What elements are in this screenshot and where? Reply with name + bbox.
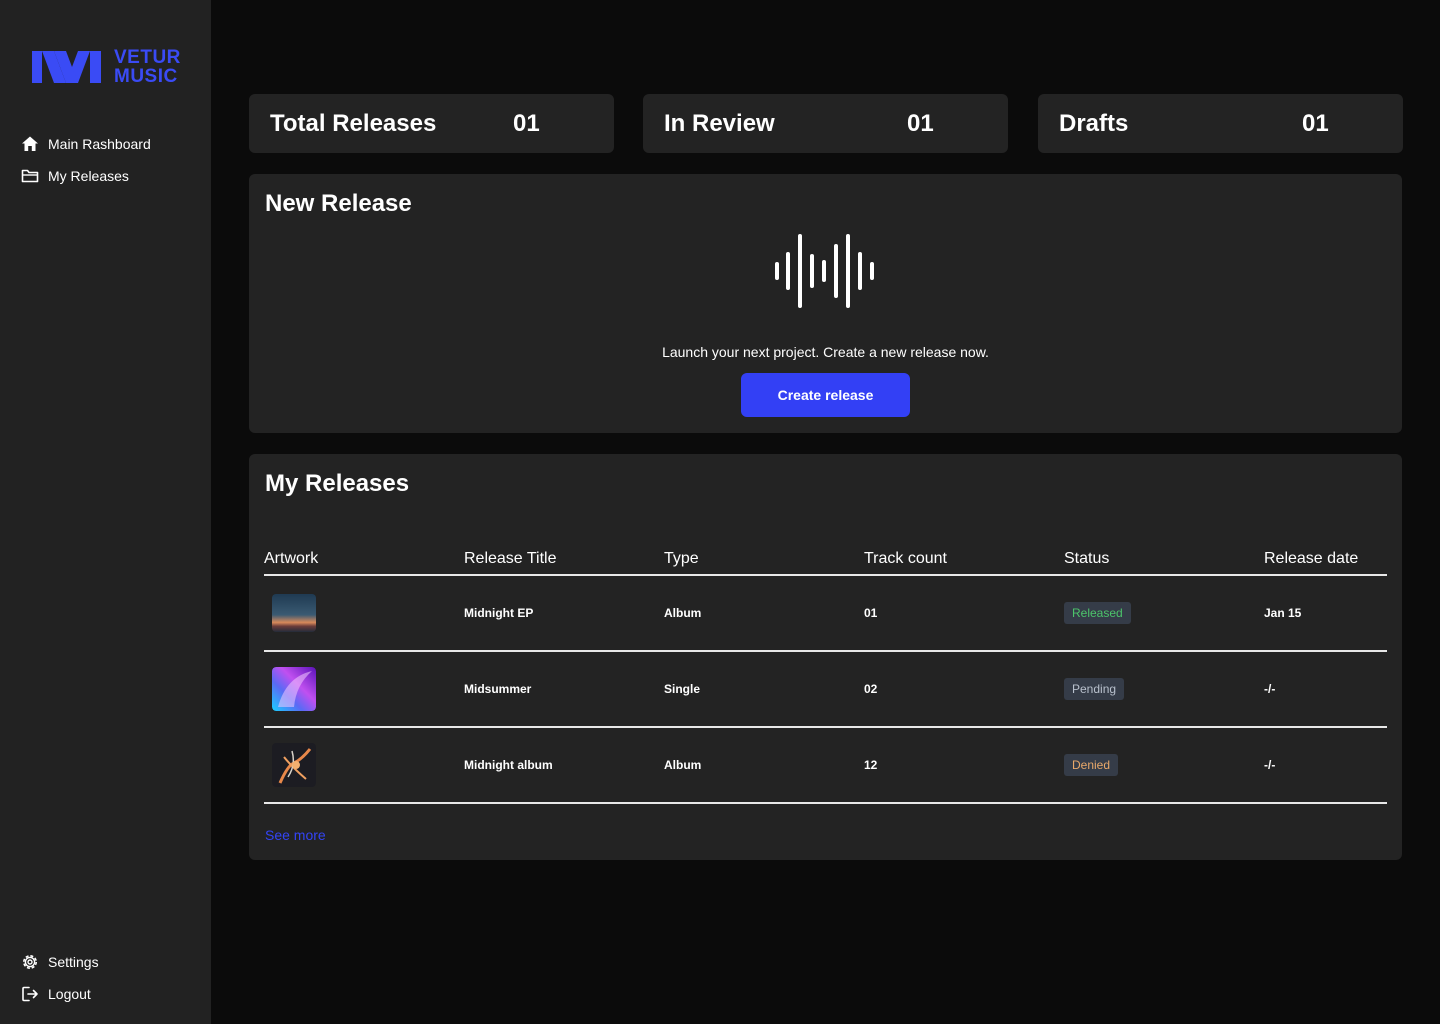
sidebar-item-label: Main Rashboard	[48, 136, 151, 152]
column-header-type: Type	[664, 548, 864, 576]
brand-wordmark: VETUR MUSIC	[114, 48, 181, 86]
gear-icon	[23, 955, 37, 969]
release-title-cell[interactable]: Midnight EP	[464, 575, 664, 652]
sidebar-item-label: My Releases	[48, 168, 129, 184]
stat-label: Drafts	[1059, 110, 1129, 137]
type-cell: Single	[664, 651, 864, 728]
new-release-description: Launch your next project. Create a new r…	[662, 344, 989, 360]
track-count-cell: 12	[864, 727, 1064, 804]
sidebar-item-settings[interactable]: Settings	[21, 953, 99, 971]
column-header-release-date: Release date	[1264, 548, 1387, 576]
status-badge: Pending	[1064, 678, 1125, 700]
stat-card-total-releases: Total Releases 01	[249, 94, 614, 153]
see-more-link[interactable]: See more	[265, 827, 326, 843]
my-releases-title: My Releases	[265, 470, 410, 497]
create-release-button[interactable]: Create release	[741, 373, 910, 417]
release-date-cell: Jan 15	[1264, 575, 1387, 652]
track-count-cell: 02	[864, 651, 1064, 728]
type-cell: Album	[664, 727, 864, 804]
stat-card-drafts: Drafts 01	[1038, 94, 1403, 153]
column-header-release-title: Release Title	[464, 548, 664, 576]
release-date-cell: -/-	[1264, 727, 1387, 804]
brand-line-2: MUSIC	[114, 66, 178, 87]
table-header-row: Artwork Release Title Type Track count S…	[264, 548, 1387, 576]
waveform-icon	[775, 234, 874, 308]
status-badge: Denied	[1064, 754, 1119, 776]
column-header-status: Status	[1064, 548, 1264, 576]
coral-artwork	[272, 743, 316, 787]
column-header-artwork: Artwork	[264, 548, 464, 576]
releases-table: Artwork Release Title Type Track count S…	[264, 548, 1387, 804]
gradient-artwork	[272, 667, 316, 711]
table-row[interactable]: Midnight album Album 12 Denied -/-	[264, 727, 1387, 804]
sidebar-item-my-releases[interactable]: My Releases	[21, 167, 129, 185]
table-row[interactable]: Midsummer Single 02 Pending -/-	[264, 651, 1387, 728]
brand-line-1: VETUR	[114, 47, 181, 68]
track-count-cell: 01	[864, 575, 1064, 652]
type-cell: Album	[664, 575, 864, 652]
sidebar-item-main-dashboard[interactable]: Main Rashboard	[21, 135, 151, 153]
logout-icon	[22, 986, 38, 1002]
sidebar-item-label: Logout	[48, 986, 91, 1002]
sidebar: VETUR MUSIC Main Rashboard My Releases S…	[0, 0, 211, 1024]
main-content: Total Releases 01 In Review 01 Drafts 01…	[211, 0, 1440, 1024]
new-release-title: New Release	[265, 190, 412, 217]
stat-label: In Review	[664, 110, 775, 137]
sunset-artwork	[272, 594, 316, 632]
stat-label: Total Releases	[270, 110, 437, 137]
logo-mark-icon	[32, 51, 101, 83]
stat-card-in-review: In Review 01	[643, 94, 1008, 153]
release-title-cell[interactable]: Midnight album	[464, 727, 664, 804]
table-row[interactable]: Midnight EP Album 01 Released Jan 15	[264, 575, 1387, 652]
release-title-cell[interactable]: Midsummer	[464, 651, 664, 728]
brand-logo[interactable]: VETUR MUSIC	[32, 48, 181, 86]
home-icon	[22, 136, 38, 151]
stat-value: 01	[1302, 110, 1329, 137]
stat-value: 01	[513, 110, 540, 137]
column-header-track-count: Track count	[864, 548, 1064, 576]
release-date-cell: -/-	[1264, 651, 1387, 728]
folder-icon	[21, 169, 39, 183]
new-release-card: New Release Launch your next project. Cr…	[249, 174, 1402, 433]
status-badge: Released	[1064, 602, 1131, 624]
my-releases-card: My Releases Artwork Release Title Type T…	[249, 454, 1402, 860]
sidebar-item-label: Settings	[48, 954, 99, 970]
sidebar-item-logout[interactable]: Logout	[21, 985, 91, 1003]
stat-value: 01	[907, 110, 934, 137]
